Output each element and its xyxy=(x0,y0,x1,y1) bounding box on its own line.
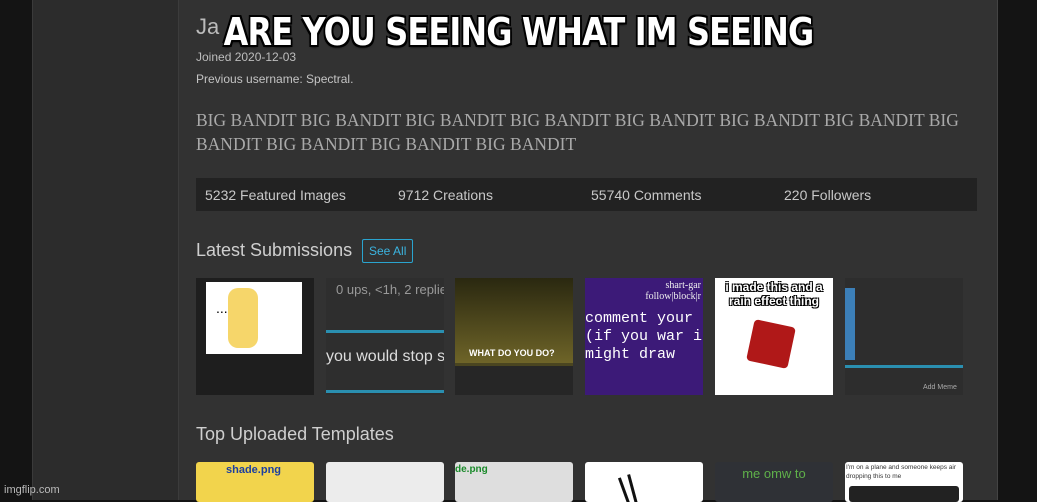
stat-comments[interactable]: 55740 Comments xyxy=(591,187,702,203)
stat-creations[interactable]: 9712 Creations xyxy=(398,187,493,203)
previous-username: Previous username: Spectral. xyxy=(196,72,354,86)
stat-featured[interactable]: 5232 Featured Images xyxy=(205,187,346,203)
bio: BIG BANDIT BIG BANDIT BIG BANDIT BIG BAN… xyxy=(196,110,959,154)
watermark: imgflip.com xyxy=(4,484,60,496)
submission-thumb[interactable]: ... xyxy=(196,278,314,395)
template-thumb[interactable] xyxy=(585,462,703,502)
template-thumb[interactable]: de.png xyxy=(455,462,573,502)
template-thumb[interactable] xyxy=(326,462,444,502)
stats-bar: 5232 Featured Images 9712 Creations 5574… xyxy=(196,178,977,211)
latest-submissions-heading: Latest Submissions xyxy=(196,240,353,260)
template-thumb[interactable]: shade.png xyxy=(196,462,314,502)
submission-thumb[interactable]: shart-gar follow|block|r comment your (i… xyxy=(585,278,703,395)
template-thumb[interactable]: I'm on a plane and someone keeps air dro… xyxy=(845,462,963,502)
stat-followers[interactable]: 220 Followers xyxy=(784,187,871,203)
submission-thumb[interactable]: Add Meme xyxy=(845,278,963,395)
see-all-button[interactable]: See All xyxy=(362,239,414,263)
submission-thumb[interactable]: WHAT DO YOU DO? xyxy=(455,278,573,395)
template-thumb[interactable]: me omw to xyxy=(715,462,833,502)
meme-caption: ARE YOU SEEING WHAT IM SEEING xyxy=(223,10,815,54)
submission-thumb[interactable]: i made this and a rain effect thing xyxy=(715,278,833,395)
top-templates-heading: Top Uploaded Templates xyxy=(196,424,394,444)
left-column xyxy=(32,0,179,500)
submission-thumb[interactable]: 0 ups, <1h, 2 replie you would stop s xyxy=(326,278,444,395)
